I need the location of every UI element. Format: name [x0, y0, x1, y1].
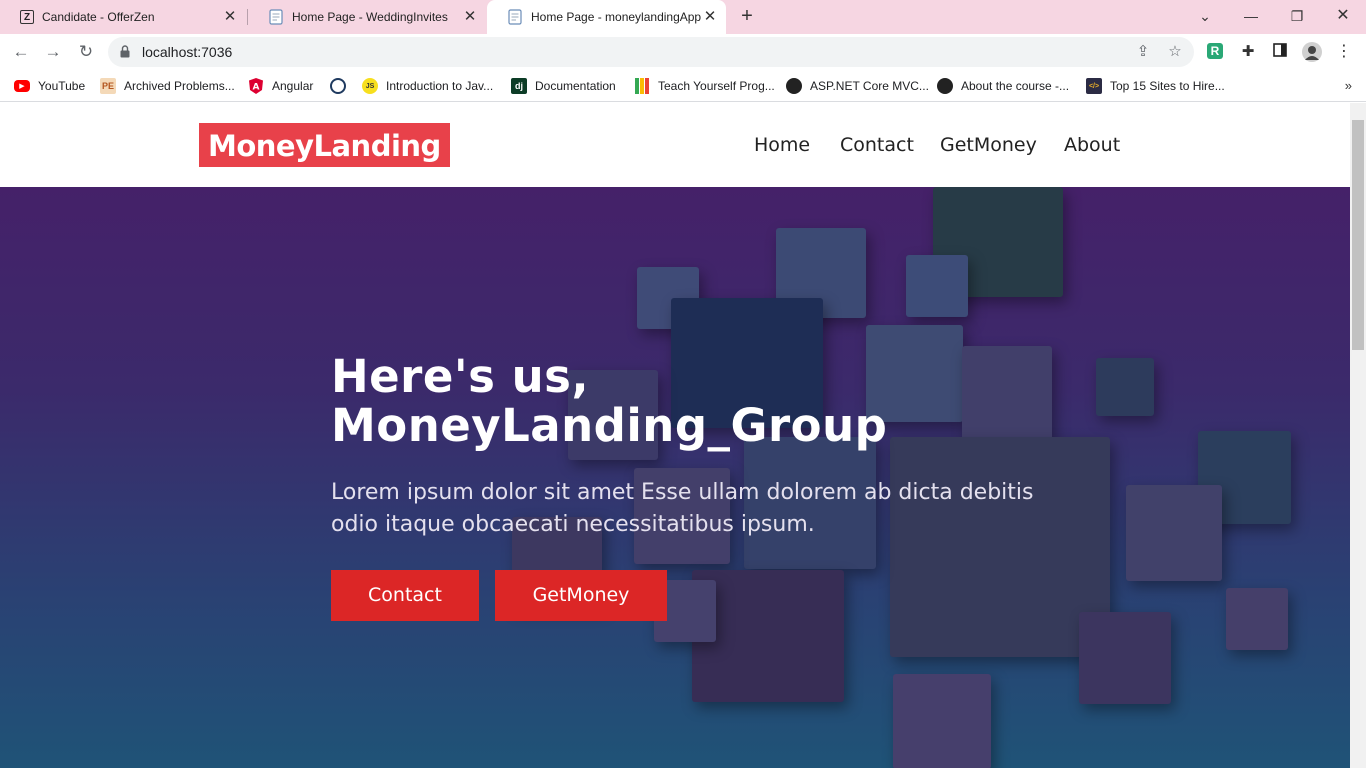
- decorative-square: [890, 437, 1110, 657]
- bookmark-label: ASP.NET Core MVC...: [810, 79, 929, 93]
- hero-title-line-2: MoneyLanding_Group: [331, 399, 888, 452]
- nav-home[interactable]: Home: [754, 134, 810, 156]
- globe-icon: [786, 78, 802, 94]
- tab-title: Candidate - OfferZen: [42, 10, 155, 24]
- offerzen-favicon-icon: Z: [20, 10, 34, 24]
- svg-text:A: A: [253, 83, 260, 93]
- address-bar[interactable]: localhost:7036 ⇪ ☆: [108, 37, 1194, 67]
- decorative-square: [1226, 588, 1288, 650]
- js-icon: JS: [362, 78, 378, 94]
- profile-avatar-icon[interactable]: [1302, 42, 1322, 62]
- close-tab-icon[interactable]: ✕: [702, 9, 718, 25]
- bookmark-documentation[interactable]: dj Documentation: [511, 76, 616, 96]
- site-icon: </>: [1086, 78, 1102, 94]
- nav-getmoney[interactable]: GetMoney: [940, 134, 1037, 156]
- extensions-puzzle-icon[interactable]: ✚: [1239, 43, 1257, 61]
- restore-icon[interactable]: ❐: [1287, 6, 1307, 26]
- hero-title-line-1: Here's us,: [331, 350, 590, 403]
- bookmark-archived-problems[interactable]: PE Archived Problems...: [100, 76, 235, 96]
- lock-icon: [120, 45, 130, 58]
- close-window-icon[interactable]: ✕: [1333, 6, 1353, 26]
- page-scrollbar[interactable]: [1350, 103, 1366, 768]
- url-text[interactable]: localhost:7036: [142, 44, 232, 60]
- bookmark-aspnet[interactable]: ASP.NET Core MVC...: [786, 76, 929, 96]
- django-icon: dj: [511, 78, 527, 94]
- hero-title: Here's us, MoneyLanding_Group: [331, 352, 887, 450]
- tab-search-chevron-icon[interactable]: ⌄: [1195, 6, 1215, 26]
- decorative-square: [1126, 485, 1222, 581]
- page-viewport: MoneyLanding Home Contact GetMoney About…: [0, 103, 1350, 768]
- site-header: MoneyLanding Home Contact GetMoney About: [0, 103, 1350, 187]
- nav-contact[interactable]: Contact: [840, 134, 914, 156]
- forward-icon[interactable]: →: [43, 42, 63, 62]
- bookmark-label: Teach Yourself Prog...: [658, 79, 775, 93]
- new-tab-icon[interactable]: +: [737, 6, 757, 27]
- nav-about[interactable]: About: [1064, 134, 1120, 156]
- hero-description: Lorem ipsum dolor sit amet Esse ullam do…: [331, 480, 1034, 537]
- reload-icon[interactable]: ↻: [76, 42, 96, 62]
- minimize-icon[interactable]: —: [1241, 6, 1261, 26]
- tab-moneylandingapp[interactable]: Home Page - moneylandingApp ✕: [487, 0, 726, 34]
- site-logo[interactable]: MoneyLanding: [199, 123, 450, 167]
- youtube-icon: ▶: [14, 80, 30, 92]
- bookmark-globe[interactable]: [330, 76, 354, 96]
- hero-section: Here's us, MoneyLanding_Group Lorem ipsu…: [0, 187, 1350, 768]
- bookmark-label: Angular: [272, 79, 314, 93]
- bookmark-label: Archived Problems...: [124, 79, 235, 93]
- bookmark-icon: [634, 78, 650, 94]
- globe-icon: [330, 78, 346, 94]
- share-icon[interactable]: ⇪: [1134, 43, 1152, 61]
- bookmark-teach-yourself[interactable]: Teach Yourself Prog...: [634, 76, 775, 96]
- bookmark-top-15-sites[interactable]: </> Top 15 Sites to Hire...: [1086, 76, 1225, 96]
- bookmark-about-course[interactable]: About the course -...: [937, 76, 1069, 96]
- decorative-square: [1079, 612, 1171, 704]
- angular-icon: A: [248, 78, 264, 94]
- extension-r-icon[interactable]: R: [1207, 43, 1223, 59]
- globe-icon: [937, 78, 953, 94]
- more-bookmarks-chevron-icon[interactable]: »: [1345, 78, 1352, 93]
- bookmark-label: About the course -...: [961, 79, 1070, 93]
- bookmark-label: Top 15 Sites to Hire...: [1110, 79, 1225, 93]
- bookmark-angular[interactable]: A Angular: [248, 76, 313, 96]
- scrollbar-thumb[interactable]: [1352, 120, 1364, 350]
- close-tab-icon[interactable]: ✕: [462, 9, 478, 25]
- decorative-square: [962, 346, 1052, 441]
- side-panel-icon[interactable]: [1271, 43, 1289, 61]
- hero-contact-button[interactable]: Contact: [331, 570, 479, 621]
- decorative-square: [1096, 358, 1154, 416]
- bookmark-label: Introduction to Jav...: [386, 79, 494, 93]
- tab-offerzen[interactable]: Z Candidate - OfferZen ✕: [0, 0, 246, 34]
- decorative-square: [906, 255, 968, 317]
- bookmark-star-icon[interactable]: ☆: [1166, 43, 1184, 61]
- hero-getmoney-button[interactable]: GetMoney: [495, 570, 667, 621]
- tab-title: Home Page - moneylandingApp: [531, 10, 702, 24]
- menu-kebab-icon[interactable]: ⋮: [1335, 43, 1353, 61]
- decorative-square: [893, 674, 991, 768]
- page-favicon-icon: [268, 9, 284, 25]
- page-favicon-icon: [507, 9, 523, 25]
- pe-icon: PE: [100, 78, 116, 94]
- bookmark-introduction-js[interactable]: JS Introduction to Jav...: [362, 76, 493, 96]
- close-tab-icon[interactable]: ✕: [222, 9, 238, 25]
- tab-title: Home Page - WeddingInvites: [292, 10, 448, 24]
- bookmarks-bar: ▶ YouTube PE Archived Problems... A Angu…: [0, 70, 1366, 102]
- tab-weddinginvites[interactable]: Home Page - WeddingInvites ✕: [248, 0, 486, 34]
- bookmark-label: Documentation: [535, 79, 616, 93]
- bookmark-label: YouTube: [38, 79, 86, 93]
- back-icon[interactable]: ←: [11, 42, 31, 62]
- browser-tab-bar: Z Candidate - OfferZen ✕ Home Page - Wed…: [0, 0, 1366, 34]
- bookmark-youtube[interactable]: ▶ YouTube: [14, 76, 85, 96]
- browser-toolbar: ← → ↻ localhost:7036 ⇪ ☆ R ✚ ⋮: [0, 34, 1366, 70]
